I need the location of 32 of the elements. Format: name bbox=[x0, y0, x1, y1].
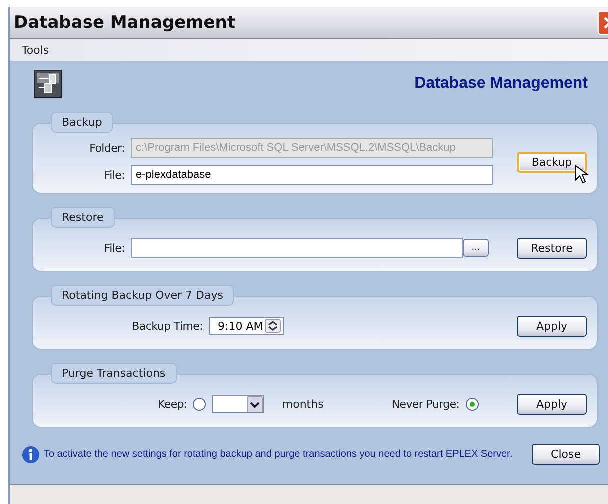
field-label: File: bbox=[103, 168, 125, 182]
group-legend: Purge Transactions bbox=[51, 363, 177, 384]
database-icon bbox=[34, 70, 62, 98]
field-label: File: bbox=[103, 242, 125, 254]
backup-button[interactable]: Backup bbox=[517, 152, 587, 172]
info-icon bbox=[22, 446, 40, 464]
menu-item[interactable]: Tools bbox=[18, 44, 54, 56]
window-title: Database Management bbox=[13, 12, 236, 32]
option-label: Keep: bbox=[158, 398, 188, 410]
radio-button[interactable] bbox=[193, 398, 206, 410]
button[interactable]: Close bbox=[532, 444, 600, 465]
field-label: Folder: bbox=[88, 142, 125, 154]
input-field[interactable]: e-plexdatabase bbox=[131, 165, 493, 185]
input-field[interactable] bbox=[131, 238, 463, 258]
unit-label: months bbox=[282, 398, 324, 410]
month-dropdown[interactable] bbox=[212, 395, 264, 413]
spinner-arrows-icon[interactable] bbox=[265, 319, 281, 333]
dropdown-arrow-icon bbox=[247, 396, 264, 412]
header-title: Database Management bbox=[414, 75, 588, 93]
info-message: To activate the new settings for rotating backup and purge transactions you need to restart EPLEX Server. bbox=[44, 449, 514, 460]
group-legend: Rotating Backup Over 7 Days bbox=[51, 285, 234, 306]
field-label: Backup Time: bbox=[131, 320, 203, 332]
radio-button[interactable] bbox=[466, 398, 479, 410]
button[interactable]: Restore bbox=[517, 238, 587, 258]
time-spinner[interactable]: 9:10 AM bbox=[209, 317, 284, 335]
browse-button[interactable]: ... bbox=[463, 239, 489, 257]
button[interactable]: Apply bbox=[517, 394, 587, 414]
group-legend: Backup bbox=[51, 112, 114, 133]
button[interactable]: Apply bbox=[517, 316, 587, 336]
option-label: Never Purge: bbox=[392, 398, 460, 410]
mouse-cursor-icon bbox=[575, 164, 589, 184]
group-legend: Restore bbox=[51, 207, 115, 228]
